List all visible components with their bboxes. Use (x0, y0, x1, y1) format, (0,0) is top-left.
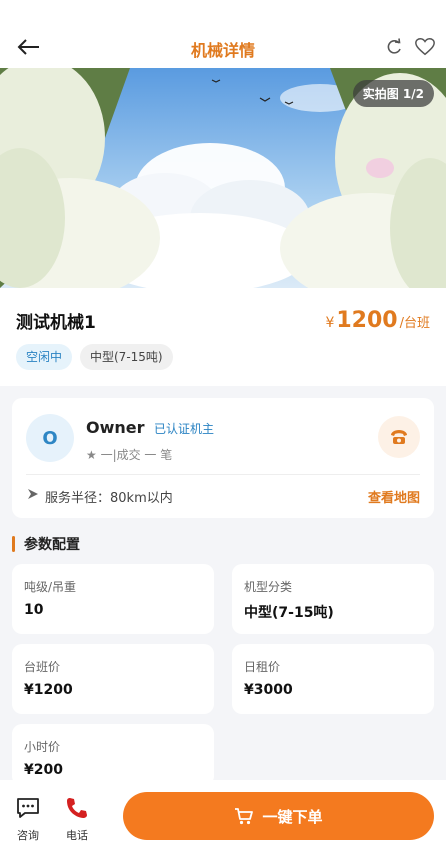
spec-label: 吨级/吊重 (24, 580, 77, 594)
page-title: 机械详情 (190, 41, 255, 60)
spec-item: 机型分类 中型(7-15吨) (232, 564, 434, 634)
cart-icon (235, 808, 254, 825)
specs-section-header: 参数配置 (12, 534, 80, 554)
status-badge: 空闲中 (16, 344, 73, 370)
machine-photo-carousel[interactable]: 实拍图 1/2 (0, 68, 446, 288)
spec-value: 10 (24, 602, 44, 618)
order-now-button[interactable]: 一键下单 (123, 792, 434, 840)
refresh-icon[interactable] (384, 37, 404, 57)
view-map-link[interactable]: 查看地图 (368, 487, 420, 506)
call-button[interactable]: 电话 (62, 796, 92, 843)
spec-label: 机型分类 (244, 580, 293, 594)
owner-name: Owner (86, 418, 145, 437)
phone-icon (391, 430, 407, 444)
spec-value: ¥200 (24, 762, 63, 778)
specs-title: 参数配置 (24, 537, 80, 553)
spec-value: ¥3000 (244, 682, 293, 698)
heart-icon[interactable] (414, 36, 436, 58)
price-currency: ¥ (325, 315, 335, 331)
call-owner-button[interactable] (378, 416, 420, 458)
spec-value: 中型(7-15吨) (244, 605, 334, 621)
spec-label: 台班价 (24, 660, 61, 674)
carousel-dots (211, 271, 232, 278)
carousel-dot[interactable] (225, 271, 232, 278)
machine-price: ¥ 1200 /台班 (325, 308, 430, 333)
divider (26, 474, 420, 475)
verified-badge: 已认证机主 (154, 422, 215, 436)
order-label: 一键下单 (262, 807, 323, 826)
spec-item: 台班价 ¥1200 (12, 644, 214, 714)
service-radius: 服务半径：80km以内 (45, 491, 173, 506)
phone-icon (67, 798, 87, 818)
consult-label: 咨询 (17, 829, 39, 842)
consult-button[interactable]: 咨询 (13, 796, 43, 843)
owner-stats: ★ 一|成交 一 笔 (86, 448, 173, 462)
photo-count-badge: 实拍图 1/2 (352, 80, 434, 107)
top-bar: 机械详情 (0, 0, 446, 68)
spec-item: 小时价 ¥200 (12, 724, 214, 786)
price-unit: /台班 (399, 316, 430, 331)
carousel-dot-active[interactable] (211, 271, 218, 278)
spec-item: 日租价 ¥3000 (232, 644, 434, 714)
machine-summary: 测试机械1 ¥ 1200 /台班 空闲中 中型(7-15吨) (0, 288, 446, 386)
call-label: 电话 (66, 829, 88, 842)
avatar: O (26, 414, 74, 462)
spec-item: 吨级/吊重 10 (12, 564, 214, 634)
machine-name: 测试机械1 (16, 313, 96, 333)
spec-label: 小时价 (24, 740, 61, 754)
price-value: 1200 (336, 308, 398, 333)
spec-label: 日租价 (244, 660, 281, 674)
owner-card: O Owner 已认证机主 ★ 一|成交 一 笔 服务半径：80km以内 查看地… (12, 398, 434, 518)
arrow-icon (28, 489, 38, 499)
bottom-action-bar: 咨询 电话 一键下单 (0, 780, 446, 865)
section-accent-bar (12, 536, 15, 552)
chat-icon (17, 798, 39, 818)
spec-value: ¥1200 (24, 682, 73, 698)
size-badge: 中型(7-15吨) (80, 344, 173, 370)
